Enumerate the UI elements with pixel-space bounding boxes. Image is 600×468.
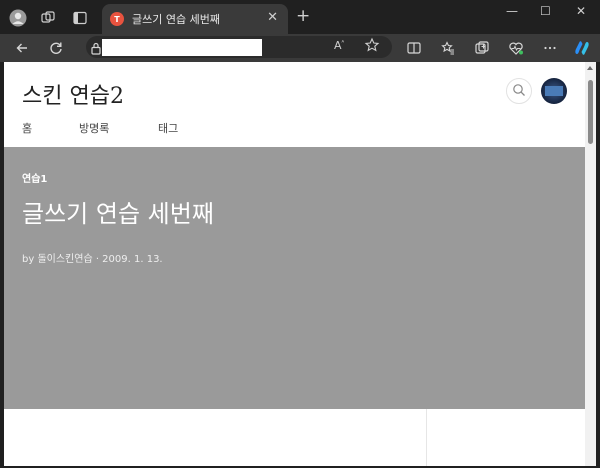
lock-icon[interactable] xyxy=(91,40,101,59)
page-scrollbar[interactable] xyxy=(585,62,596,466)
refresh-icon[interactable] xyxy=(46,38,66,58)
page-viewport: 스킨 연습2 홈 방명록 태그 연습1 글쓰기 연습 세번째 by 돌이스킨연습… xyxy=(4,62,596,466)
tab-favicon: T xyxy=(110,12,124,26)
workspaces-icon[interactable] xyxy=(38,8,58,28)
scroll-up-icon[interactable] xyxy=(587,66,593,70)
minimize-button[interactable]: — xyxy=(506,4,518,18)
split-screen-icon[interactable] xyxy=(404,38,424,58)
post-category[interactable]: 연습1 xyxy=(22,170,47,185)
browser-toolbar: Aᴬ xyxy=(0,34,600,62)
tab-actions-icon[interactable] xyxy=(70,8,90,28)
nav-item-tags[interactable]: 태그 xyxy=(158,120,178,136)
more-icon[interactable] xyxy=(540,38,560,58)
favorite-icon[interactable] xyxy=(364,37,380,57)
url-field[interactable] xyxy=(102,39,262,56)
back-icon[interactable] xyxy=(12,38,32,58)
search-icon xyxy=(512,82,526,101)
scrollbar-thumb[interactable] xyxy=(588,80,593,144)
search-button[interactable] xyxy=(506,78,532,104)
profile-icon[interactable] xyxy=(8,8,28,28)
favorites-icon[interactable] xyxy=(438,38,458,58)
content-divider xyxy=(426,409,427,466)
active-tab[interactable]: T 글쓰기 연습 세번째 ✕ xyxy=(102,4,288,34)
avatar[interactable] xyxy=(541,78,567,104)
browser-window: T 글쓰기 연습 세번째 ✕ + — ☐ ✕ Aᴬ 스킨 연습2 홈 방명록 태… xyxy=(0,0,600,468)
post-meta: by 돌이스킨연습 · 2009. 1. 13. xyxy=(22,254,163,265)
post-title: 글쓰기 연습 세번째 xyxy=(22,200,214,228)
nav-item-home[interactable]: 홈 xyxy=(22,120,32,136)
new-tab-icon[interactable]: + xyxy=(296,8,310,25)
post-hero xyxy=(4,147,585,409)
avatar-image xyxy=(545,86,563,96)
copilot-icon[interactable] xyxy=(572,38,592,58)
maximize-button[interactable]: ☐ xyxy=(540,4,551,18)
nav-item-guestbook[interactable]: 방명록 xyxy=(79,120,109,136)
collections-icon[interactable] xyxy=(472,38,492,58)
close-window-button[interactable]: ✕ xyxy=(576,4,586,18)
read-aloud-icon[interactable]: Aᴬ xyxy=(334,39,344,52)
address-bar[interactable]: Aᴬ xyxy=(86,36,392,58)
browser-essentials-icon[interactable] xyxy=(506,38,526,58)
close-tab-icon[interactable]: ✕ xyxy=(267,10,278,25)
tab-title: 글쓰기 연습 세번째 xyxy=(132,13,220,26)
blog-title[interactable]: 스킨 연습2 xyxy=(22,78,124,110)
tab-strip: T 글쓰기 연습 세번째 ✕ + — ☐ ✕ xyxy=(0,0,600,34)
